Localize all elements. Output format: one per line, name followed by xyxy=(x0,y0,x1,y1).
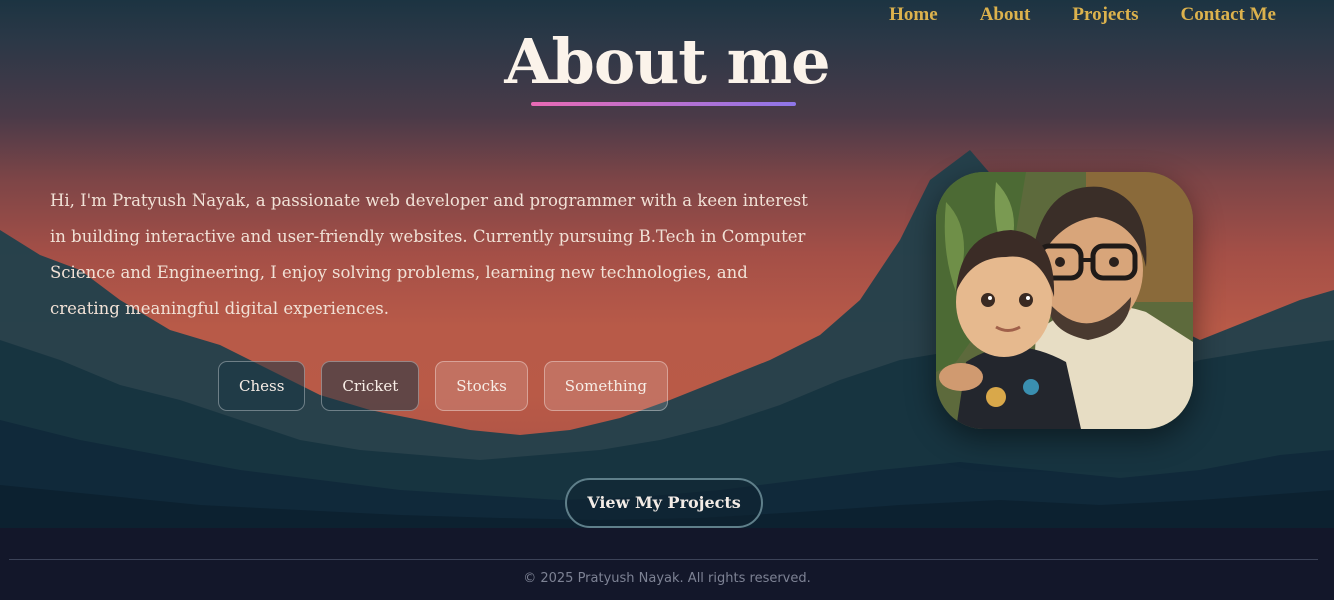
view-projects-button[interactable]: View My Projects xyxy=(565,478,763,528)
interest-tag-chess[interactable]: Chess xyxy=(218,361,306,411)
profile-illustration xyxy=(936,172,1193,429)
bio-text: Hi, I'm Pratyush Nayak, a passionate web… xyxy=(50,191,808,318)
interest-tag-stocks[interactable]: Stocks xyxy=(435,361,528,411)
footer-copyright: © 2025 Pratyush Nayak. All rights reserv… xyxy=(523,571,811,586)
title-underline xyxy=(531,102,796,106)
interest-tags: Chess Cricket Stocks Something xyxy=(218,361,684,411)
interest-tag-something[interactable]: Something xyxy=(543,361,668,411)
hero-section: Home About Projects Contact Me About me … xyxy=(0,0,1334,528)
profile-avatar xyxy=(936,172,1193,429)
footer-divider xyxy=(9,559,1318,560)
interest-tag-cricket[interactable]: Cricket xyxy=(321,361,420,411)
page-title: About me xyxy=(504,25,830,98)
